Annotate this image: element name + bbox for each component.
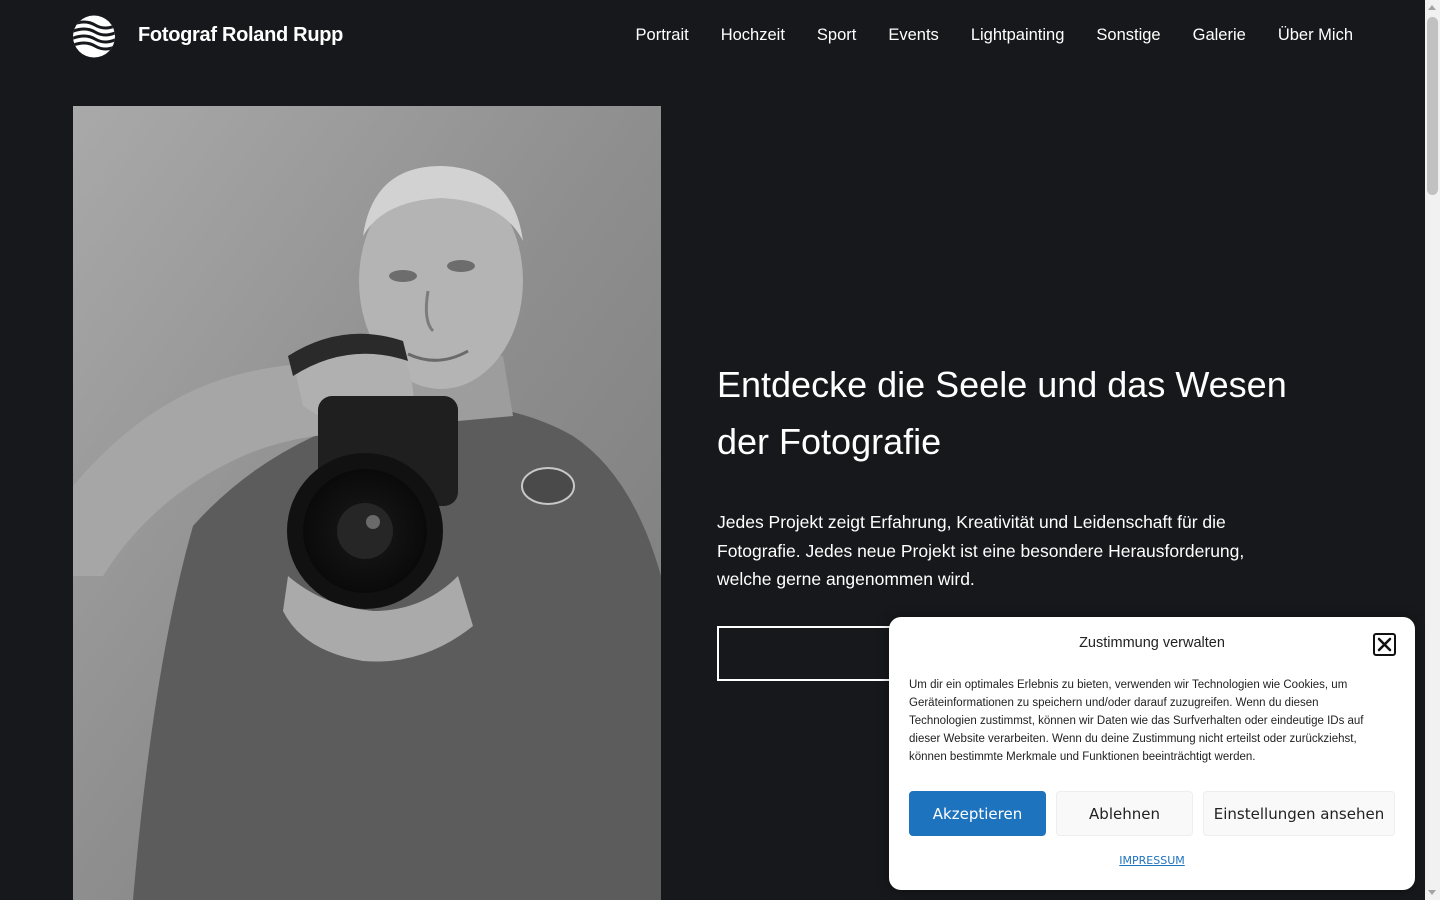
photographer-portrait-image (73, 106, 661, 900)
striped-globe-logo[interactable] (73, 15, 115, 58)
view-settings-button[interactable]: Einstellungen ansehen (1203, 791, 1395, 836)
nav-item-sonstige[interactable]: Sonstige (1096, 26, 1160, 45)
close-icon[interactable] (1373, 633, 1396, 656)
page-scrollbar[interactable] (1425, 0, 1440, 900)
imprint-link[interactable]: IMPRESSUM (889, 854, 1415, 867)
hero-heading: Entdecke die Seele und das Wesen der Fot… (717, 364, 1287, 462)
deny-button[interactable]: Ablehnen (1056, 791, 1193, 836)
nav-item-portrait[interactable]: Portrait (636, 26, 689, 45)
nav-item-hochzeit[interactable]: Hochzeit (721, 26, 785, 45)
accept-button[interactable]: Akzeptieren (909, 791, 1046, 836)
cookie-consent-dialog: Zustimmung verwalten Um dir ein optimale… (889, 617, 1415, 890)
main-navigation: Portrait Hochzeit Sport Events Lightpain… (636, 26, 1353, 45)
scroll-down-arrow-icon[interactable] (1428, 890, 1436, 895)
nav-item-events[interactable]: Events (888, 26, 938, 45)
scroll-up-arrow-icon[interactable] (1428, 5, 1436, 10)
nav-item-ueber-mich[interactable]: Über Mich (1278, 26, 1353, 45)
scroll-thumb[interactable] (1427, 17, 1438, 195)
hero-description: Jedes Projekt zeigt Erfahrung, Kreativit… (717, 512, 1245, 589)
site-title[interactable]: Fotograf Roland Rupp (138, 24, 343, 47)
cookie-dialog-text: Um dir ein optimales Erlebnis zu bieten,… (909, 679, 1364, 763)
nav-item-lightpainting[interactable]: Lightpainting (971, 26, 1065, 45)
nav-item-galerie[interactable]: Galerie (1193, 26, 1246, 45)
nav-item-sport[interactable]: Sport (817, 26, 856, 45)
site-header: Fotograf Roland Rupp Portrait Hochzeit S… (0, 0, 1425, 72)
cookie-dialog-title: Zustimmung verwalten (1079, 635, 1225, 651)
